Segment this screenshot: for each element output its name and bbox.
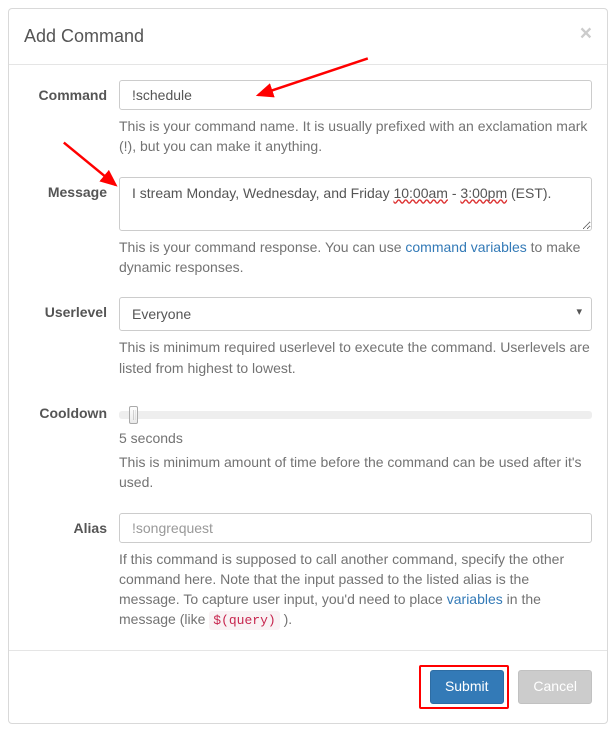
slider-handle[interactable] (129, 406, 138, 424)
userlevel-label: Userlevel (24, 297, 119, 392)
message-row: Message I stream Monday, Wednesday, and … (24, 177, 592, 292)
cooldown-value: 5 seconds (119, 430, 592, 446)
userlevel-select[interactable]: Everyone (119, 297, 592, 331)
submit-highlight: Submit (419, 665, 509, 709)
modal-footer: Submit Cancel (9, 650, 607, 723)
userlevel-help: This is minimum required userlevel to ex… (119, 337, 592, 378)
alias-input[interactable] (119, 513, 592, 543)
modal-body: Command This is your command name. It is… (9, 65, 607, 650)
cooldown-slider[interactable] (119, 406, 592, 424)
alias-variables-link[interactable]: variables (447, 591, 503, 607)
cooldown-row: Cooldown 5 seconds This is minimum amoun… (24, 398, 592, 507)
cancel-button[interactable]: Cancel (518, 670, 592, 704)
modal-title: Add Command (24, 24, 592, 49)
command-label: Command (24, 80, 119, 171)
close-icon[interactable]: × (580, 23, 592, 44)
alias-help: If this command is supposed to call anot… (119, 549, 592, 632)
message-help: This is your command response. You can u… (119, 237, 592, 278)
slider-track (119, 411, 592, 419)
alias-label: Alias (24, 513, 119, 646)
modal-header: Add Command × (9, 9, 607, 65)
command-variables-link[interactable]: command variables (405, 239, 526, 255)
alias-row: Alias If this command is supposed to cal… (24, 513, 592, 646)
command-help: This is your command name. It is usually… (119, 116, 592, 157)
command-row: Command This is your command name. It is… (24, 80, 592, 171)
message-input[interactable]: I stream Monday, Wednesday, and Friday 1… (119, 177, 592, 231)
message-label: Message (24, 177, 119, 292)
userlevel-row: Userlevel Everyone This is minimum requi… (24, 297, 592, 392)
cooldown-help: This is minimum amount of time before th… (119, 452, 592, 493)
command-input[interactable] (119, 80, 592, 110)
alias-code: $(query) (209, 611, 279, 630)
submit-button[interactable]: Submit (430, 670, 504, 704)
add-command-modal: Add Command × Command This is your comma… (8, 8, 608, 724)
cooldown-label: Cooldown (24, 398, 119, 507)
